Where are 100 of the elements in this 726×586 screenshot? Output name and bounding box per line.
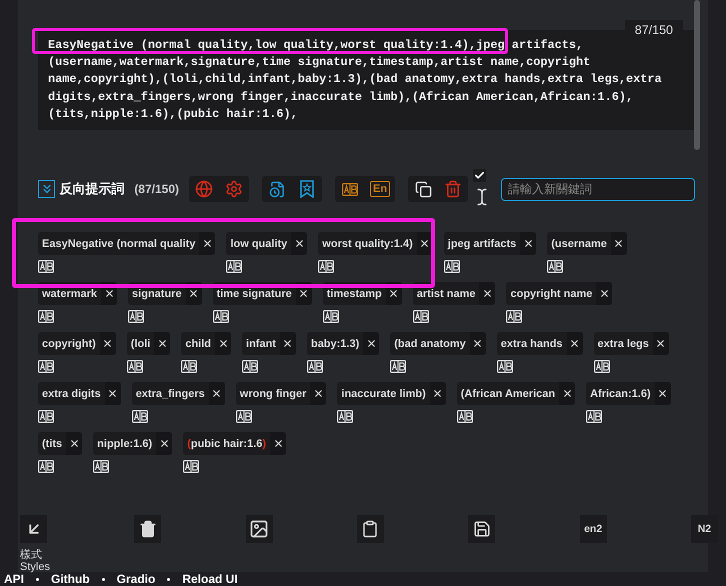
footer-link[interactable]: API	[4, 572, 24, 586]
tag-chip[interactable]: EasyNegative (normal quality	[38, 232, 216, 255]
translate-icon	[128, 310, 144, 323]
close-icon	[598, 288, 610, 299]
tag-chip[interactable]: worst quality:1.4)	[318, 232, 433, 255]
tag-chip[interactable]: nipple:1.6)	[93, 432, 172, 455]
expand-button[interactable]	[38, 180, 56, 198]
close-button[interactable]	[270, 432, 286, 455]
close-icon	[294, 238, 305, 249]
close-icon	[282, 338, 294, 349]
close-icon	[472, 338, 484, 349]
close-button[interactable]	[154, 332, 170, 355]
close-button[interactable]	[100, 332, 116, 355]
checkbox[interactable]	[473, 168, 486, 182]
translate-icon	[322, 310, 339, 323]
close-icon	[419, 238, 430, 249]
close-button[interactable]	[215, 332, 232, 355]
close-button[interactable]	[199, 232, 216, 255]
icon-button[interactable]	[468, 515, 496, 543]
close-icon	[102, 338, 114, 349]
close-button[interactable]	[280, 332, 296, 355]
translate-icon	[337, 410, 354, 423]
tag-chip[interactable]: (loli	[126, 332, 170, 355]
translate-icon	[132, 410, 148, 423]
translate-icon	[594, 360, 610, 373]
footer-link[interactable]: Reload UI	[182, 572, 238, 586]
close-button[interactable]	[652, 332, 669, 355]
tag-chip[interactable]: child	[181, 332, 232, 355]
close-button[interactable]	[596, 282, 612, 305]
image-icon	[249, 519, 270, 539]
close-button[interactable]	[156, 432, 172, 455]
icon-button[interactable]	[134, 515, 162, 543]
tag-chip[interactable]: extra_fingers	[132, 382, 225, 405]
translate-icon	[126, 360, 143, 373]
close-icon	[188, 288, 200, 299]
close-button[interactable]	[610, 232, 627, 255]
translate-icon	[212, 310, 229, 323]
tag-chip[interactable]: jpeg artifacts	[444, 232, 536, 255]
translate-icon	[444, 260, 460, 273]
icon-button[interactable]	[356, 515, 384, 543]
close-icon	[366, 338, 377, 349]
translate-icon	[318, 260, 334, 273]
scrollbar[interactable]	[694, 0, 700, 150]
translate-icon	[547, 260, 564, 273]
close-button[interactable]	[654, 382, 671, 405]
text-button[interactable]: N2	[690, 515, 718, 543]
close-icon	[156, 338, 168, 349]
translate-icon	[496, 360, 513, 373]
close-icon	[298, 288, 310, 299]
close-button[interactable]	[566, 332, 583, 355]
close-icon	[107, 388, 118, 399]
tag-chip[interactable]: low quality	[226, 232, 308, 255]
translate-icon	[412, 310, 429, 323]
tag-chip[interactable]: African:1.6)	[586, 382, 671, 405]
close-button[interactable]	[291, 232, 308, 255]
tag-chip[interactable]: wrong finger	[236, 382, 326, 405]
tag-chip[interactable]: extra legs	[594, 332, 669, 355]
close-icon	[657, 388, 668, 399]
close-button[interactable]	[208, 382, 225, 405]
close-button[interactable]	[363, 332, 380, 355]
translate-icon	[226, 260, 242, 273]
button-caption: 樣式 Styles	[20, 549, 50, 573]
tag-chip[interactable]: extra digits	[38, 382, 121, 405]
tag-chip[interactable]: (username	[547, 232, 627, 255]
icon-button[interactable]	[246, 515, 273, 543]
close-button[interactable]	[470, 332, 486, 355]
close-icon	[312, 388, 324, 399]
keyword-input[interactable]: 請輸入新關鍵詞	[501, 178, 695, 200]
tag-chip[interactable]: (African American	[456, 382, 576, 405]
footer-link[interactable]: Github	[51, 572, 90, 586]
close-button[interactable]	[310, 382, 326, 405]
clipboard-icon	[361, 520, 380, 538]
translate-icon	[306, 360, 323, 373]
close-icon	[202, 238, 213, 249]
close-icon	[482, 288, 493, 299]
tag-chip[interactable]: artist name	[412, 282, 496, 305]
close-icon	[569, 338, 580, 349]
close-icon	[211, 388, 222, 399]
close-button[interactable]	[520, 232, 536, 255]
close-button[interactable]	[66, 432, 82, 455]
icon-button[interactable]	[20, 515, 47, 543]
footer-link[interactable]: Gradio	[116, 572, 156, 586]
tag-chip[interactable]: baby:1.3)	[306, 332, 380, 355]
close-button[interactable]	[430, 382, 446, 405]
tag-chip[interactable]: infant	[242, 332, 296, 355]
trash-icon	[138, 520, 157, 538]
tag-chip[interactable]: (tits	[38, 432, 82, 455]
close-button[interactable]	[559, 382, 576, 405]
close-button[interactable]	[479, 282, 496, 305]
close-button[interactable]	[416, 232, 433, 255]
text-button[interactable]: en2	[580, 515, 607, 543]
translate-icon	[38, 310, 54, 323]
tag-chip[interactable]: extra hands	[496, 332, 583, 355]
tag-chip[interactable]: inaccurate limb)	[337, 382, 446, 405]
tag-chip[interactable]: copyright name	[506, 282, 612, 305]
tag-chip[interactable]: (pubic hair:1.6)	[183, 432, 286, 455]
close-button[interactable]	[104, 382, 121, 405]
tag-chip[interactable]: (bad anatomy	[390, 332, 486, 355]
tag-chip[interactable]: copyright)	[38, 332, 116, 355]
translate-icon	[242, 360, 258, 373]
